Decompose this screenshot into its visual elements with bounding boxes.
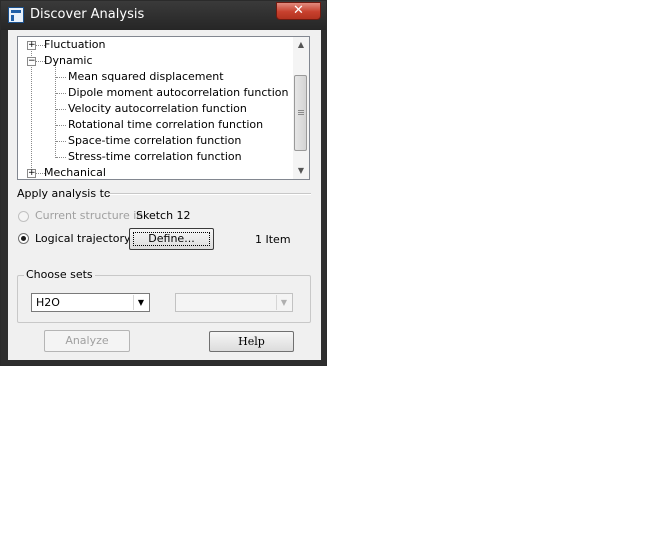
choose-sets-heading: Choose sets (24, 268, 95, 281)
tree-item-label: Space-time correlation function (68, 134, 242, 147)
scroll-up-arrow-icon[interactable]: ▲ (293, 37, 309, 53)
collapse-icon[interactable]: − (27, 57, 36, 66)
tree-item-label: Stress-time correlation function (68, 150, 242, 163)
define-button[interactable]: Define... (129, 228, 214, 250)
tree-item-label: Dynamic (44, 54, 93, 67)
analysis-tree[interactable]: + Fluctuation − Dynamic Mean squared dis… (17, 36, 310, 180)
set2-dropdown[interactable]: ▼ (175, 293, 293, 312)
analyze-button[interactable]: Analyze (44, 330, 130, 352)
discover-analysis-window: Discover Analysis ✕ + Fluctuation − Dyna… (0, 0, 327, 366)
logical-trajectory-radio[interactable] (18, 233, 29, 244)
choose-sets-group: Choose sets H2O ▼ ▼ (17, 268, 311, 323)
tree-item-label: Dipole moment autocorrelation function (68, 86, 289, 99)
help-button[interactable]: Help (209, 331, 294, 352)
set1-dropdown[interactable]: H2O ▼ (31, 293, 150, 312)
chevron-down-icon[interactable]: ▼ (276, 295, 291, 310)
logical-trajectory-label: Logical trajectory (35, 232, 131, 245)
expand-icon[interactable]: + (27, 169, 36, 178)
scroll-down-arrow-icon[interactable]: ▼ (293, 163, 309, 179)
current-structure-value: Sketch 12 (136, 209, 191, 222)
tree-item-label: Mechanical (44, 166, 106, 179)
close-button[interactable]: ✕ (276, 2, 321, 20)
expand-icon[interactable]: + (27, 41, 36, 50)
current-structure-label: Current structure in (35, 209, 144, 222)
item-count: 1 Item (255, 233, 291, 246)
section-divider (106, 193, 311, 195)
app-icon (8, 7, 24, 23)
title-bar[interactable]: Discover Analysis ✕ (1, 1, 326, 30)
scroll-thumb[interactable] (294, 75, 307, 151)
set1-value: H2O (36, 296, 60, 309)
tree-item-label: Velocity autocorrelation function (68, 102, 247, 115)
tree-scrollbar[interactable]: ▲ ▼ (293, 37, 309, 179)
current-structure-radio[interactable] (18, 211, 29, 222)
tree-item-label: Mean squared displacement (68, 70, 224, 83)
tree-item-label: Rotational time correlation function (68, 118, 264, 131)
apply-analysis-heading: Apply analysis to (17, 187, 111, 200)
window-title: Discover Analysis (30, 7, 145, 22)
chevron-down-icon[interactable]: ▼ (133, 295, 148, 310)
tree-item-label: Fluctuation (44, 38, 106, 51)
dialog-body: + Fluctuation − Dynamic Mean squared dis… (8, 30, 321, 360)
